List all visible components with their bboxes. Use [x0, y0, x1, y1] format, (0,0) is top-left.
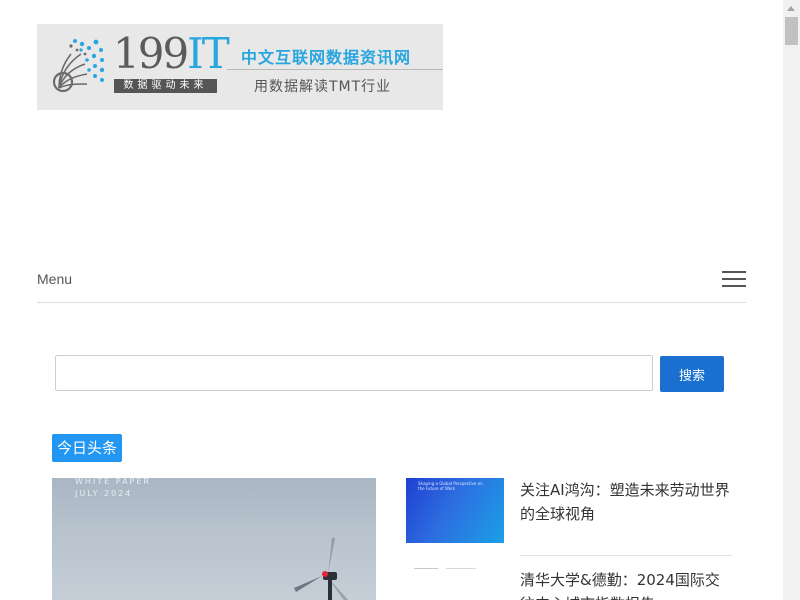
hero-image-date: JULY 2024	[75, 489, 133, 498]
hamburger-menu-icon[interactable]	[722, 270, 746, 288]
scroll-up-arrow-icon[interactable]	[783, 0, 800, 17]
page: 199IT 数据驱动未来 中文互联网数据资讯网 用数据解读TMT行业 Menu …	[0, 0, 800, 600]
logo-slogan: 数据驱动未来	[114, 79, 217, 93]
thumbnail-line	[446, 568, 476, 569]
news-link-title[interactable]: 清华大学&德勤：2024国际交往中心城市指数报告	[520, 568, 734, 600]
search-button[interactable]: 搜索	[660, 356, 724, 392]
hero-article-image[interactable]: WHITE PAPER JULY 2024	[52, 478, 376, 600]
vertical-scrollbar[interactable]	[783, 0, 800, 600]
logo-number: 199	[113, 29, 189, 78]
banner-divider	[227, 69, 443, 70]
news-link-title[interactable]: 关注AI鸿沟：塑造未来劳动世界的全球视角	[520, 478, 734, 526]
site-subtitle: 用数据解读TMT行业	[254, 79, 392, 95]
menu-label[interactable]: Menu	[37, 271, 72, 287]
news-thumbnail[interactable]	[406, 565, 504, 600]
news-thumbnail-text: Shaping a Global Perspective on the Futu…	[418, 481, 483, 491]
logo-wordmark: 199IT	[113, 29, 230, 78]
menu-divider	[37, 302, 746, 303]
scrollbar-thumb[interactable]	[785, 17, 798, 45]
thumbnail-line	[414, 568, 438, 569]
hero-image-label: WHITE PAPER	[75, 478, 151, 486]
logo-suffix: IT	[187, 29, 230, 78]
site-title: 中文互联网数据资讯网	[241, 48, 412, 67]
logo-fiber-icon	[52, 39, 105, 93]
search-input[interactable]	[55, 355, 653, 391]
site-logo-banner[interactable]: 199IT 数据驱动未来 中文互联网数据资讯网 用数据解读TMT行业	[37, 24, 443, 110]
news-divider	[520, 555, 732, 556]
wind-turbine-icon	[294, 538, 349, 600]
news-thumbnail[interactable]: Shaping a Global Perspective on the Futu…	[406, 478, 504, 543]
section-tag-headlines: 今日头条	[52, 434, 123, 462]
